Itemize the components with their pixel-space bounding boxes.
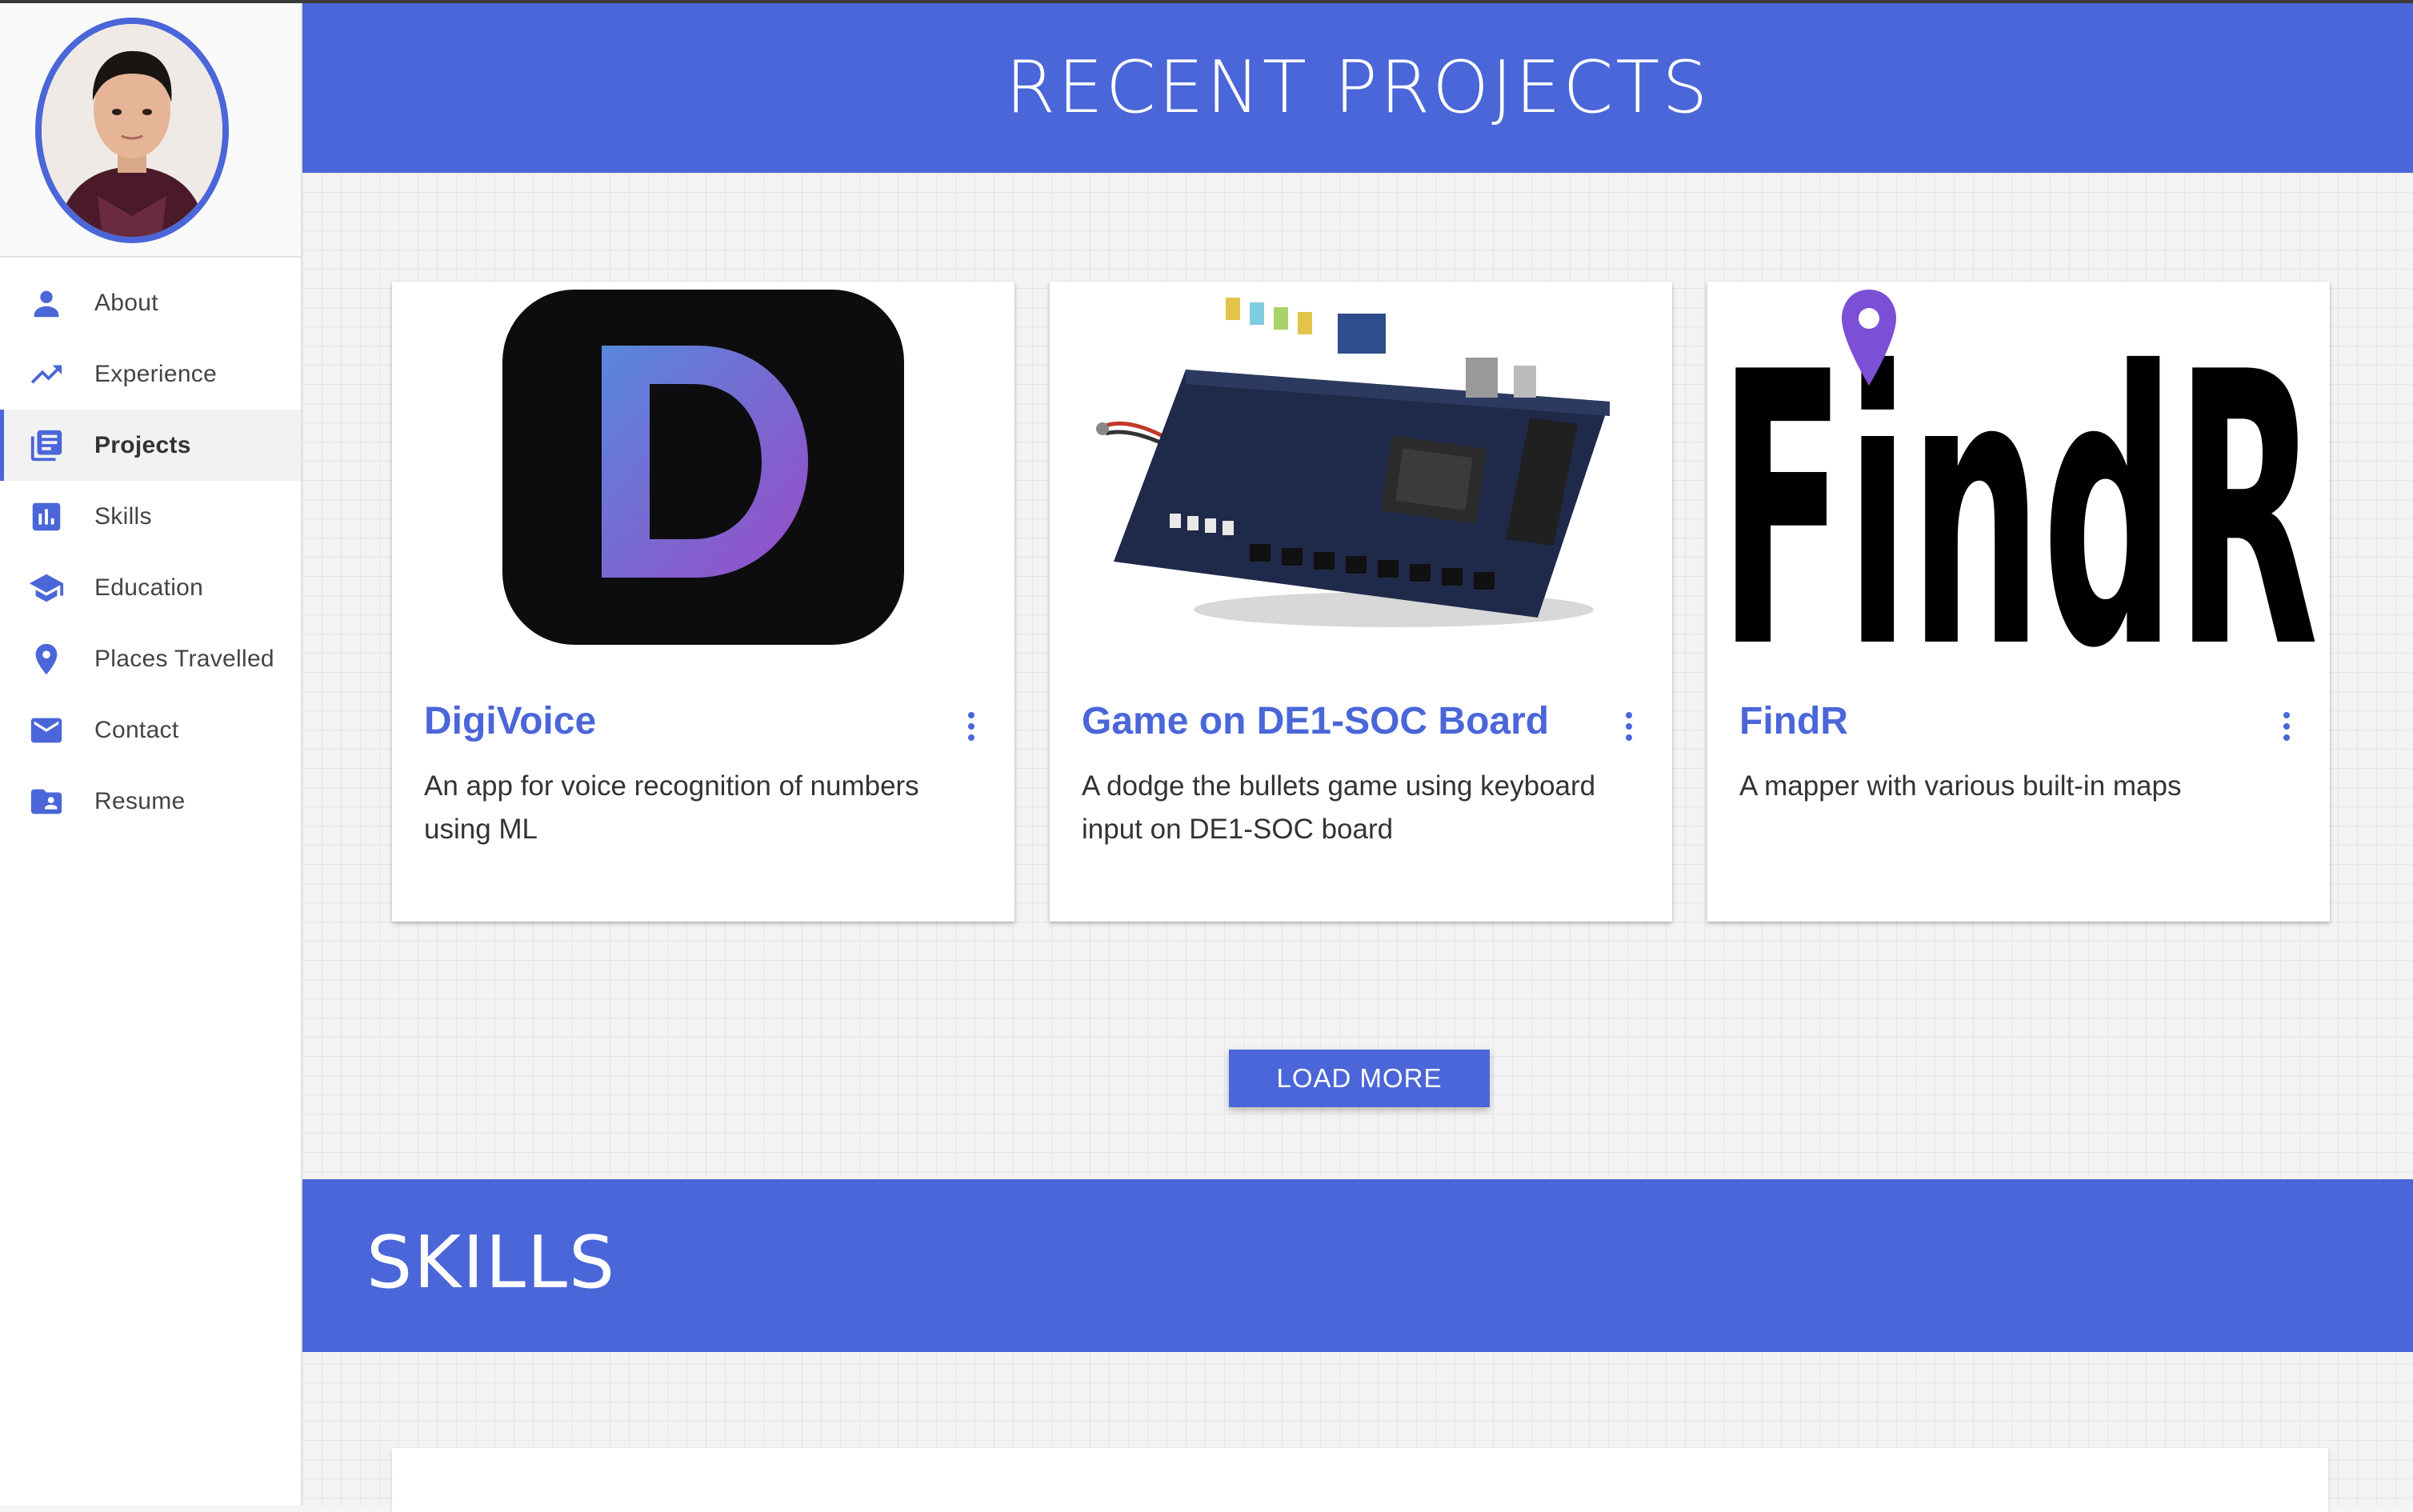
sidebar-item-label: Education <box>94 574 204 601</box>
project-image-digivoice[interactable] <box>392 282 1014 682</box>
sidebar-item-places-travelled[interactable]: Places Travelled <box>0 623 301 694</box>
skills-header: SKILLS <box>302 1179 2413 1352</box>
window-top-border <box>0 0 2413 3</box>
project-card: DigiVoice An app for voice recognition o… <box>392 282 1014 922</box>
sidebar-item-resume[interactable]: Resume <box>0 766 301 837</box>
sidebar-item-label: Resume <box>94 787 186 814</box>
sidebar-item-label: Places Travelled <box>94 645 274 672</box>
sidebar: About Experience Projects Skills Educati… <box>0 0 302 1506</box>
projects-header: RECENT PROJECTS <box>302 3 2413 173</box>
sidebar-item-label: Projects <box>94 431 191 458</box>
project-card: FindR FindR A mapper with various built-… <box>1707 282 2330 922</box>
bar-chart-icon <box>26 496 67 538</box>
project-description: A mapper with various built-in maps <box>1739 770 2182 802</box>
project-title[interactable]: Game on DE1-SOC Board <box>1082 699 1549 743</box>
person-icon <box>26 282 67 324</box>
project-card: Game on DE1-SOC Board A dodge the bullet… <box>1050 282 1672 922</box>
graduation-cap-icon <box>26 567 67 609</box>
sidebar-item-about[interactable]: About <box>0 267 301 338</box>
sidebar-item-label: Experience <box>94 360 218 387</box>
sidebar-item-experience[interactable]: Experience <box>0 338 301 410</box>
project-title[interactable]: DigiVoice <box>424 699 596 743</box>
mail-icon <box>26 710 67 751</box>
more-vert-icon[interactable] <box>2280 712 2293 744</box>
profile-header <box>0 0 301 258</box>
trending-up-icon <box>26 354 67 395</box>
sidebar-item-label: About <box>94 289 158 316</box>
sidebar-nav: About Experience Projects Skills Educati… <box>0 258 301 837</box>
avatar <box>35 18 229 243</box>
main-content: RECENT PROJECTS DigiVoice An app for voi… <box>302 0 2413 1512</box>
project-description: An app for voice recognition of numbers … <box>424 770 919 845</box>
load-more-button[interactable]: LOAD MORE <box>1229 1050 1490 1107</box>
project-title[interactable]: FindR <box>1739 699 1848 743</box>
more-vert-icon[interactable] <box>965 712 978 744</box>
sidebar-item-label: Contact <box>94 716 179 743</box>
section-title: SKILLS <box>366 1221 617 1305</box>
sidebar-item-projects[interactable]: Projects <box>0 410 301 481</box>
sidebar-item-contact[interactable]: Contact <box>0 694 301 766</box>
project-image-de1-soc-board[interactable] <box>1050 282 1672 682</box>
project-image-findr[interactable]: FindR <box>1707 282 2330 682</box>
more-vert-icon[interactable] <box>1623 712 1635 744</box>
findr-logo-text: FindR <box>1719 293 2319 682</box>
folder-person-icon <box>26 781 67 822</box>
skills-card <box>392 1448 2328 1512</box>
sidebar-item-skills[interactable]: Skills <box>0 481 301 552</box>
section-title: RECENT PROJECTS <box>1005 46 1711 130</box>
location-pin-icon <box>26 638 67 680</box>
sidebar-item-label: Skills <box>94 502 152 530</box>
project-description: A dodge the bullets game using keyboard … <box>1082 770 1596 845</box>
sidebar-item-education[interactable]: Education <box>0 552 301 623</box>
list-icon <box>26 425 67 466</box>
